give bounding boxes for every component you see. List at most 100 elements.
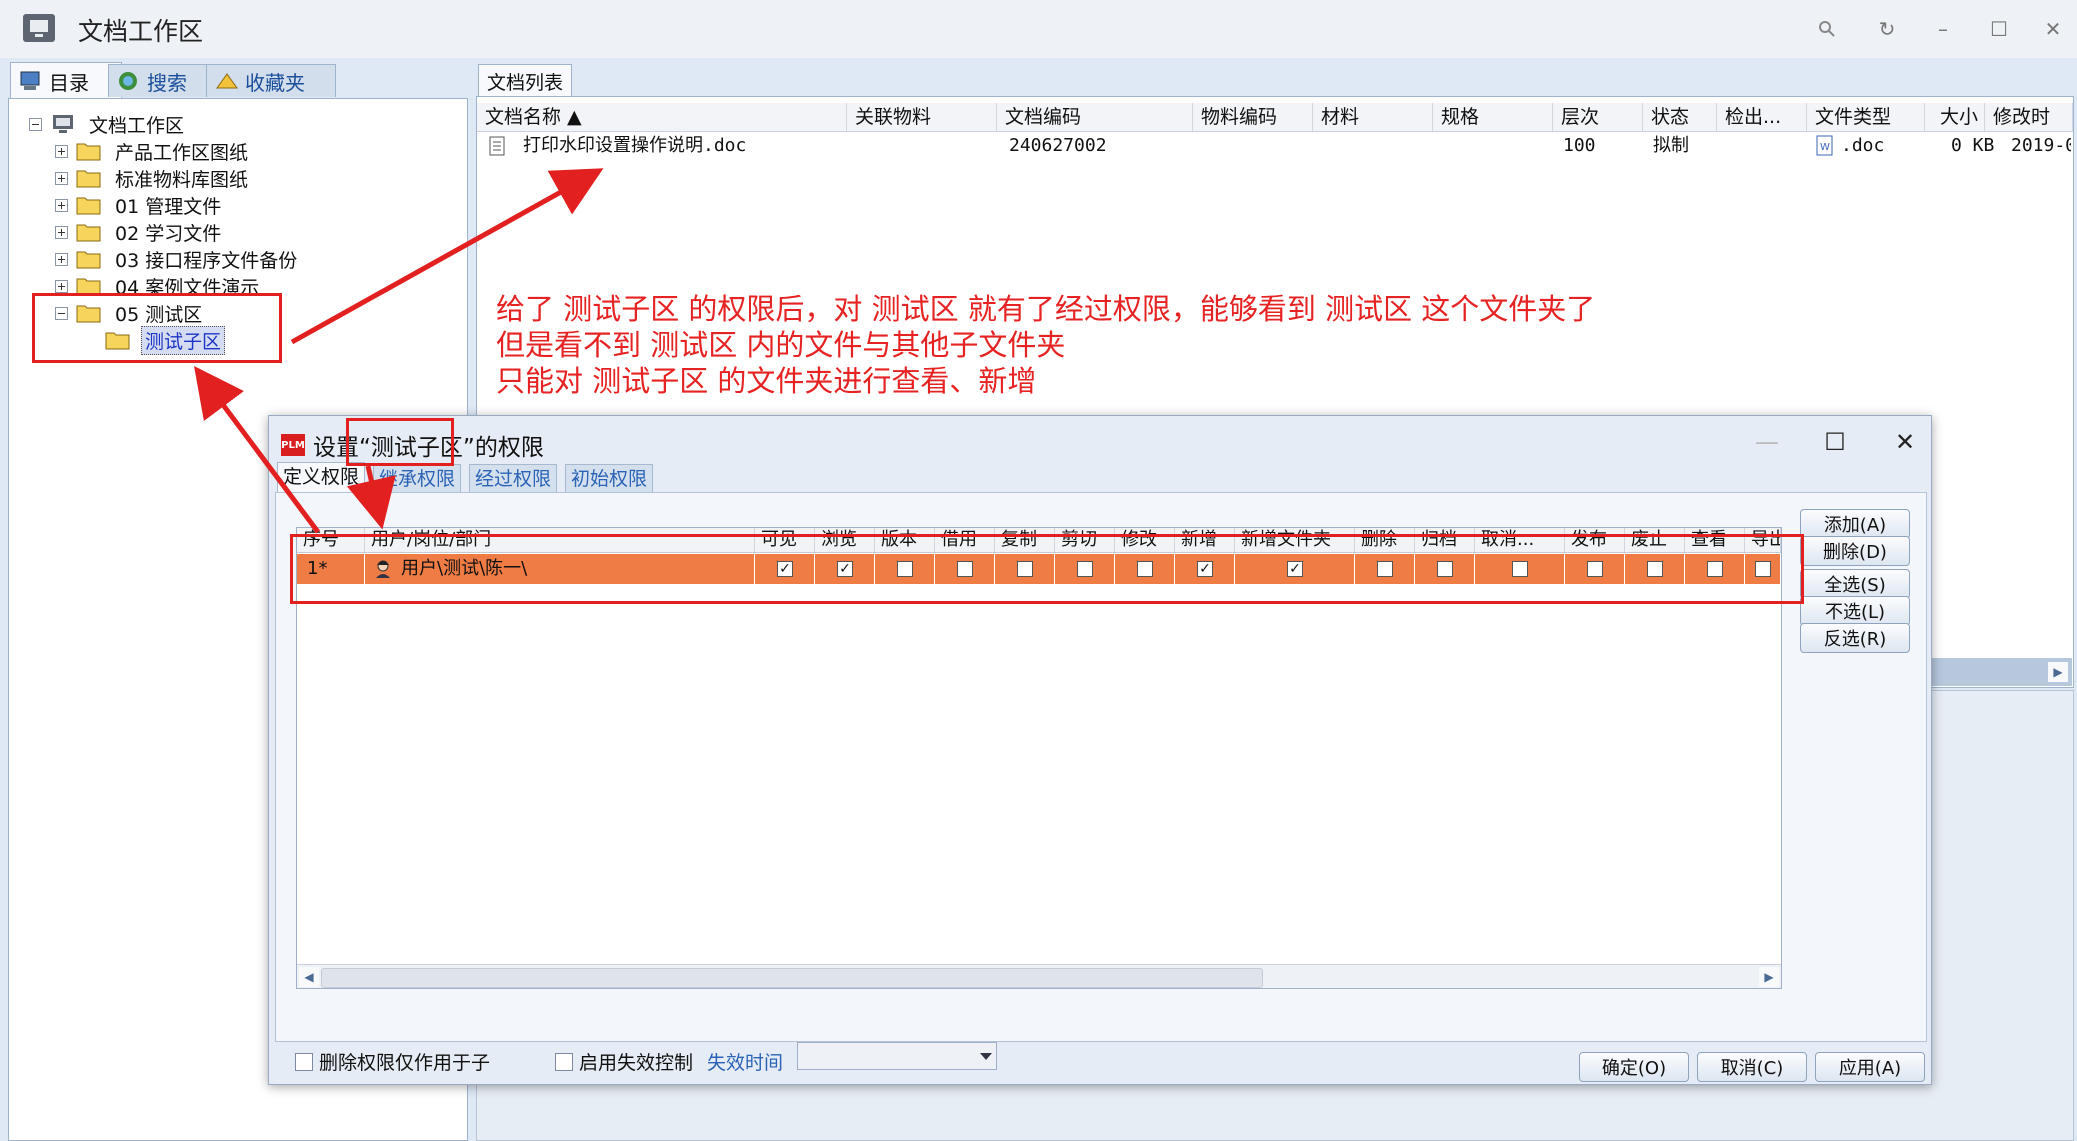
- column-header[interactable]: 可见: [755, 528, 815, 552]
- column-header[interactable]: 层次: [1553, 103, 1643, 131]
- tree-node[interactable]: 标准物料库图纸: [55, 165, 251, 191]
- row-principal[interactable]: 用户\测试\陈一\: [365, 554, 755, 584]
- scrollbar-thumb[interactable]: [321, 968, 1263, 988]
- dialog-minimize-button[interactable]: —: [1747, 422, 1787, 462]
- column-header[interactable]: 新增文件夹: [1235, 528, 1355, 552]
- column-header[interactable]: 文件类型: [1807, 103, 1925, 131]
- expand-toggle[interactable]: [55, 225, 68, 239]
- checkbox-unchecked[interactable]: [1437, 561, 1453, 577]
- checkbox-unchecked[interactable]: [1512, 561, 1528, 577]
- column-header[interactable]: 取消...: [1475, 528, 1565, 552]
- select-none-button[interactable]: 不选(L): [1800, 596, 1910, 626]
- column-header[interactable]: 废止: [1625, 528, 1685, 552]
- column-header[interactable]: 借用: [935, 528, 995, 552]
- tree-node[interactable]: 04 案例文件演示: [55, 273, 262, 299]
- grid-horizontal-scrollbar[interactable]: ◀ ▶: [297, 964, 1781, 988]
- dialog-close-button[interactable]: ✕: [1885, 422, 1925, 462]
- column-header[interactable]: 修改时: [1985, 103, 2073, 131]
- scroll-right-icon[interactable]: ▶: [2048, 662, 2068, 682]
- tree-node[interactable]: 产品工作区图纸: [55, 138, 251, 164]
- tree-node[interactable]: 02 学习文件: [55, 219, 224, 245]
- expand-toggle[interactable]: [55, 279, 68, 293]
- tree-node-label: 产品工作区图纸: [115, 141, 249, 164]
- tree-node-label: 测试子区: [141, 325, 226, 355]
- column-header[interactable]: 规格: [1433, 103, 1553, 131]
- checkbox-unchecked[interactable]: [1755, 561, 1771, 577]
- checkbox-checked[interactable]: ✓: [1197, 561, 1213, 577]
- doc-size-cell: 0 KB: [1951, 135, 1995, 156]
- column-header[interactable]: 查看: [1685, 528, 1745, 552]
- column-header[interactable]: 导出: [1745, 528, 1781, 552]
- cancel-button[interactable]: 取消(C): [1697, 1052, 1807, 1082]
- minimize-button[interactable]: –: [1926, 12, 1960, 46]
- column-header[interactable]: 修改: [1115, 528, 1175, 552]
- checkbox-unchecked[interactable]: [1077, 561, 1093, 577]
- column-header[interactable]: 剪切: [1055, 528, 1115, 552]
- tab-favorites[interactable]: 收藏夹: [206, 64, 336, 97]
- dialog-maximize-button[interactable]: ☐: [1815, 422, 1855, 462]
- doc-name-cell[interactable]: 打印水印设置操作说明.doc: [523, 133, 746, 159]
- column-header[interactable]: 新增: [1175, 528, 1235, 552]
- ok-button[interactable]: 确定(O): [1579, 1052, 1689, 1082]
- column-header[interactable]: 序号: [297, 528, 365, 552]
- checkbox-checked[interactable]: ✓: [777, 561, 793, 577]
- maximize-button[interactable]: ☐: [1982, 12, 2016, 46]
- tree-node[interactable]: 03 接口程序文件备份: [55, 246, 300, 272]
- column-header[interactable]: 关联物料: [847, 103, 997, 131]
- apply-button[interactable]: 应用(A): [1815, 1052, 1925, 1082]
- doc-status-cell: 拟制: [1653, 135, 1689, 156]
- expand-toggle[interactable]: [55, 171, 68, 185]
- tab-pass-permission[interactable]: 经过权限: [469, 464, 558, 493]
- column-header[interactable]: 版本: [875, 528, 935, 552]
- checkbox-unchecked[interactable]: [957, 561, 973, 577]
- tab-search[interactable]: 搜索: [108, 64, 220, 97]
- column-header[interactable]: 大小: [1925, 103, 1985, 131]
- search-icon[interactable]: [1810, 12, 1844, 46]
- column-header[interactable]: 发布: [1565, 528, 1625, 552]
- column-header[interactable]: 状态: [1643, 103, 1717, 131]
- column-header[interactable]: 文档编码: [997, 103, 1193, 131]
- checkbox-unchecked[interactable]: [897, 561, 913, 577]
- checkbox-unchecked[interactable]: [1587, 561, 1603, 577]
- tree-node[interactable]: 01 管理文件: [55, 192, 224, 218]
- tab-initial-permission[interactable]: 初始权限: [565, 464, 654, 493]
- checkbox-unchecked[interactable]: [1377, 561, 1393, 577]
- tree-node-root[interactable]: 文档工作区: [29, 111, 187, 137]
- expand-toggle[interactable]: [55, 252, 68, 266]
- collapse-toggle[interactable]: [55, 306, 68, 320]
- column-header[interactable]: 复制: [995, 528, 1055, 552]
- permission-row[interactable]: 1* 用户\测试\陈一\ ✓ ✓ ✓ ✓: [297, 554, 1781, 584]
- tree-node-test-area[interactable]: 05 测试区: [55, 300, 205, 326]
- document-icon: [489, 133, 505, 159]
- checkbox-checked[interactable]: ✓: [837, 561, 853, 577]
- column-header[interactable]: 浏览: [815, 528, 875, 552]
- checkbox-unchecked[interactable]: [1017, 561, 1033, 577]
- expand-toggle[interactable]: [55, 144, 68, 158]
- invert-selection-button[interactable]: 反选(R): [1800, 623, 1910, 653]
- column-header[interactable]: 物料编码: [1193, 103, 1313, 131]
- column-header[interactable]: 文档名称 ▲: [477, 103, 847, 131]
- expand-toggle[interactable]: [55, 198, 68, 212]
- select-all-button[interactable]: 全选(S): [1800, 569, 1910, 599]
- checkbox-unchecked[interactable]: [1707, 561, 1723, 577]
- checkbox-unchecked[interactable]: [1647, 561, 1663, 577]
- collapse-toggle[interactable]: [29, 117, 42, 131]
- column-header[interactable]: 材料: [1313, 103, 1433, 131]
- checkbox-checked[interactable]: ✓: [1287, 561, 1303, 577]
- add-button[interactable]: 添加(A): [1800, 509, 1910, 539]
- scroll-left-icon[interactable]: ◀: [299, 967, 319, 987]
- close-button[interactable]: ✕: [2036, 12, 2070, 46]
- checkbox-unchecked[interactable]: [1137, 561, 1153, 577]
- scroll-right-icon[interactable]: ▶: [1759, 967, 1779, 987]
- tree-node-test-subarea[interactable]: 测试子区: [105, 325, 226, 355]
- refresh-icon[interactable]: ↻: [1870, 12, 1904, 46]
- column-header[interactable]: 检出...: [1717, 103, 1807, 131]
- tab-document-list[interactable]: 文档列表: [478, 64, 572, 97]
- delete-button[interactable]: 删除(D): [1800, 536, 1910, 566]
- column-header[interactable]: 归档: [1415, 528, 1475, 552]
- tab-inherit-permission[interactable]: 继承权限: [373, 464, 462, 493]
- tab-define-permission[interactable]: 定义权限: [277, 462, 366, 493]
- column-header[interactable]: 用户/岗位/部门: [365, 528, 755, 552]
- column-header[interactable]: 删除: [1355, 528, 1415, 552]
- tab-directory[interactable]: 目录: [10, 62, 122, 99]
